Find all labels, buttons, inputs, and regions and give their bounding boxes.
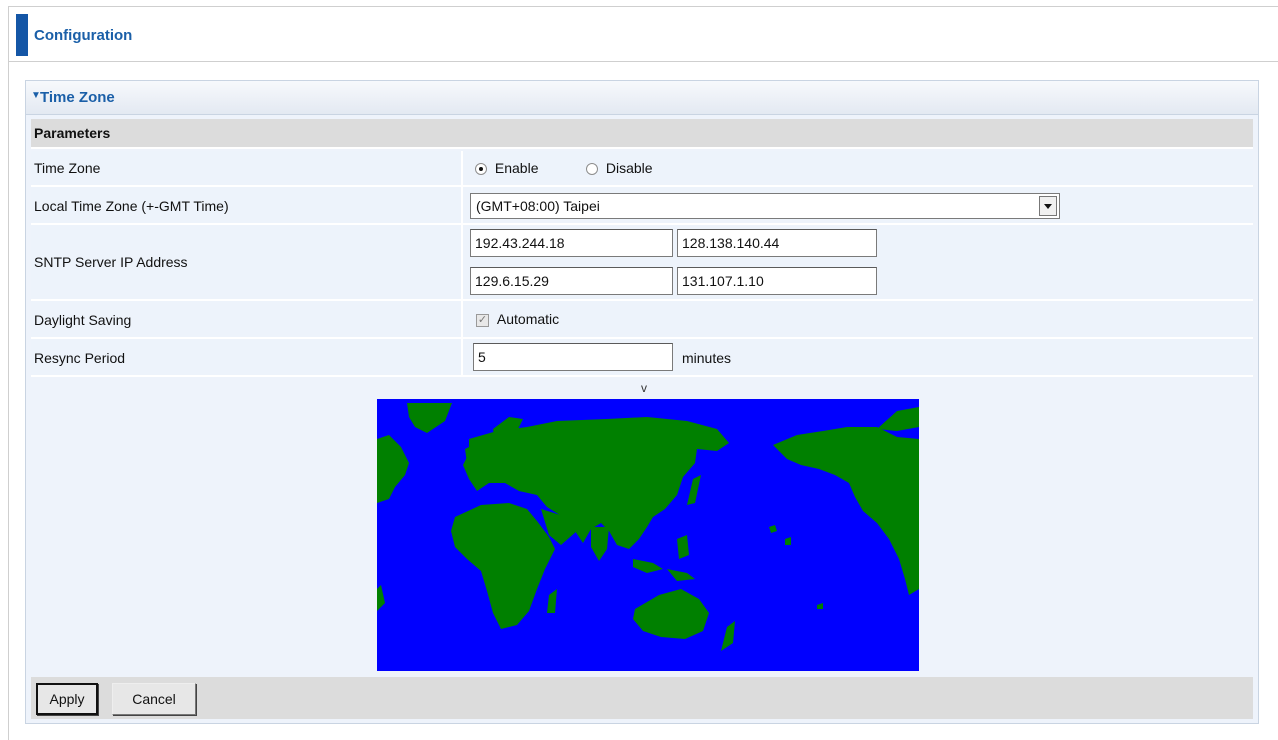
enable-radio-group[interactable]: Enable	[475, 160, 538, 176]
automatic-checkbox[interactable]: ✓	[476, 313, 489, 327]
resync-unit-label: minutes	[682, 350, 732, 366]
resync-period-input[interactable]	[473, 343, 673, 371]
column-separator	[461, 339, 463, 375]
local-time-zone-value: (GMT+08:00) Taipei	[476, 198, 600, 214]
time-zone-label: Time Zone	[34, 160, 101, 176]
button-bar: Apply Cancel	[31, 677, 1253, 719]
parameters-header-row: Parameters	[31, 119, 1253, 149]
header-divider	[8, 61, 1278, 62]
column-separator	[461, 301, 463, 337]
header-accent-bar	[16, 14, 28, 56]
time-zone-row: Time Zone Enable Disable	[31, 151, 1253, 187]
parameters-title: Parameters	[34, 125, 111, 141]
map-position-marker: v	[641, 381, 647, 395]
sntp-server-2-input[interactable]	[677, 229, 877, 257]
disable-radio-group[interactable]: Disable	[586, 160, 653, 176]
resync-period-row: Resync Period minutes	[31, 339, 1253, 377]
column-separator	[461, 187, 463, 223]
sntp-server-3-input[interactable]	[470, 267, 673, 295]
daylight-saving-label: Daylight Saving	[34, 312, 132, 328]
automatic-label[interactable]: Automatic	[497, 311, 559, 327]
disable-radio[interactable]	[586, 163, 598, 176]
sntp-server-label: SNTP Server IP Address	[34, 254, 188, 270]
column-separator	[461, 151, 463, 185]
column-separator	[461, 225, 463, 299]
sntp-server-4-input[interactable]	[677, 267, 877, 295]
disable-label[interactable]: Disable	[606, 160, 653, 176]
section-title: Time Zone	[40, 89, 115, 106]
sntp-server-1-input[interactable]	[470, 229, 673, 257]
local-time-zone-select[interactable]: (GMT+08:00) Taipei	[470, 193, 1060, 219]
world-map-svg	[377, 399, 919, 671]
cancel-button[interactable]: Cancel	[112, 683, 196, 715]
resync-period-label: Resync Period	[34, 350, 126, 366]
daylight-saving-row: Daylight Saving ✓ Automatic	[31, 301, 1253, 339]
sntp-server-row: SNTP Server IP Address	[31, 225, 1253, 301]
enable-radio[interactable]	[475, 163, 487, 176]
automatic-checkbox-group[interactable]: ✓ Automatic	[476, 311, 559, 327]
time-zone-panel: ▼ Time Zone Parameters Time Zone Enable …	[25, 80, 1259, 724]
local-time-zone-label: Local Time Zone (+-GMT Time)	[34, 198, 229, 214]
enable-label[interactable]: Enable	[495, 160, 539, 176]
apply-button[interactable]: Apply	[36, 683, 98, 715]
world-map-icon	[377, 399, 919, 671]
page-header: Configuration	[16, 14, 1278, 56]
local-time-zone-row: Local Time Zone (+-GMT Time) (GMT+08:00)…	[31, 187, 1253, 225]
page-title: Configuration	[34, 27, 133, 44]
chevron-down-icon[interactable]	[1039, 196, 1057, 216]
section-header-time-zone[interactable]: ▼ Time Zone	[26, 81, 1258, 115]
